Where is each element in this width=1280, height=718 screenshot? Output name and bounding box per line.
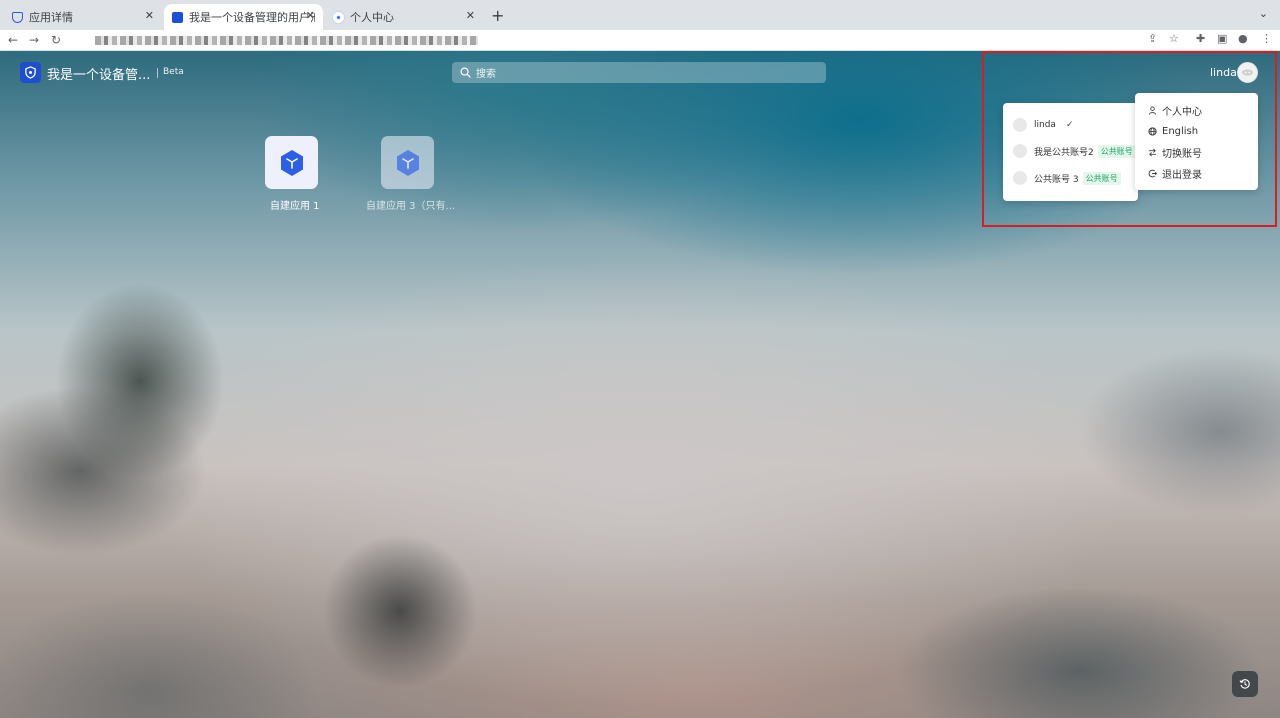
cube-icon — [396, 149, 419, 176]
account-name: 我是公共账号2 — [1034, 147, 1094, 158]
browser-menu-icon[interactable]: ⋮ — [1261, 32, 1272, 45]
avatar — [1013, 144, 1027, 158]
side-panel-icon[interactable]: ▣ — [1217, 32, 1227, 45]
avatar — [1013, 171, 1027, 185]
beta-badge: Beta — [163, 67, 184, 77]
reload-button[interactable]: ↻ — [51, 32, 61, 48]
logout-icon — [1148, 169, 1157, 178]
page-title: 我是一个设备管... — [47, 68, 151, 83]
tab-label: 我是一个设备管理的用户池 — [189, 11, 315, 24]
tab-label: 个人中心 — [350, 11, 394, 24]
menu-item-personal-center[interactable]: 个人中心 — [1148, 102, 1202, 118]
close-icon[interactable]: ✕ — [306, 9, 315, 22]
forward-button[interactable]: → — [29, 32, 39, 48]
app-tile-3[interactable] — [381, 136, 434, 189]
new-tab-button[interactable]: + — [491, 6, 504, 25]
tab-app-details[interactable]: 应用详情 ✕ — [4, 4, 162, 30]
shield-icon — [12, 11, 23, 23]
share-icon[interactable]: ⇪ — [1148, 32, 1157, 45]
back-button[interactable]: ← — [8, 32, 18, 48]
chevron-down-icon[interactable]: ⌄ — [1259, 7, 1268, 20]
profile-icon[interactable]: ● — [1238, 32, 1248, 45]
history-button[interactable] — [1232, 671, 1258, 697]
app-tile-label: 自建应用 3（只有... — [366, 201, 456, 212]
account-item-linda[interactable]: linda ✓ — [1013, 116, 1073, 134]
check-icon: ✓ — [1065, 120, 1074, 130]
search-placeholder: 搜索 — [476, 69, 496, 80]
app-portal-page: 我是一个设备管... Beta 搜索 linda 自建应用 1 自建应用 3（只… — [0, 51, 1280, 718]
globe-icon — [1148, 126, 1157, 136]
user-dropdown-menu: 个人中心 English 切换账号 退出登录 — [1135, 93, 1258, 190]
public-account-tag: 公共账号 — [1082, 171, 1121, 185]
address-bar[interactable] — [95, 36, 478, 45]
menu-item-switch-account[interactable]: 切换账号 — [1148, 144, 1202, 160]
browser-tab-strip: 应用详情 ✕ 我是一个设备管理的用户池 ✕ 个人中心 ✕ + ⌄ — [0, 0, 1280, 30]
search-input[interactable]: 搜索 — [452, 62, 826, 83]
cube-icon — [280, 149, 303, 176]
close-icon[interactable]: ✕ — [466, 9, 475, 22]
account-item-public-2[interactable]: 我是公共账号2 公共账号 — [1013, 142, 1136, 160]
public-account-tag: 公共账号 — [1097, 144, 1136, 158]
app-tile-1[interactable] — [265, 136, 318, 189]
app-favicon-icon — [172, 11, 183, 23]
account-item-public-3[interactable]: 公共账号 3 公共账号 — [1013, 169, 1121, 187]
account-name: 公共账号 3 — [1034, 174, 1079, 185]
close-icon[interactable]: ✕ — [145, 9, 154, 22]
tab-personal-center[interactable]: 个人中心 ✕ — [325, 4, 483, 30]
avatar-placeholder-icon — [1242, 69, 1253, 76]
menu-item-label: 切换账号 — [1162, 148, 1202, 160]
menu-item-english[interactable]: English — [1148, 123, 1198, 139]
search-icon — [460, 67, 471, 78]
tab-label: 应用详情 — [29, 11, 73, 24]
browser-toolbar: ← → ↻ ⇪ ☆ ✚ ▣ ● ⋮ — [0, 30, 1280, 51]
avatar[interactable] — [1237, 62, 1258, 83]
app-favicon-icon — [333, 11, 344, 23]
app-logo[interactable] — [20, 62, 41, 83]
menu-item-label: 退出登录 — [1162, 169, 1202, 181]
switch-icon — [1148, 148, 1157, 157]
account-switcher-panel: linda ✓ 我是公共账号2 公共账号 公共账号 3 公共账号 — [1003, 103, 1138, 201]
account-name: linda — [1034, 120, 1056, 130]
user-icon — [1148, 105, 1157, 115]
menu-item-label: English — [1162, 125, 1199, 137]
app-tile-label: 自建应用 1 — [270, 201, 320, 212]
menu-item-logout[interactable]: 退出登录 — [1148, 165, 1202, 181]
shield-icon — [25, 66, 36, 79]
current-username[interactable]: linda — [1210, 66, 1237, 79]
tab-user-pool[interactable]: 我是一个设备管理的用户池 ✕ — [164, 4, 323, 30]
menu-item-label: 个人中心 — [1162, 106, 1202, 118]
avatar — [1013, 118, 1027, 132]
history-icon — [1239, 679, 1250, 689]
extensions-icon[interactable]: ✚ — [1196, 32, 1205, 45]
divider — [157, 68, 158, 78]
bookmark-star-icon[interactable]: ☆ — [1169, 32, 1179, 45]
